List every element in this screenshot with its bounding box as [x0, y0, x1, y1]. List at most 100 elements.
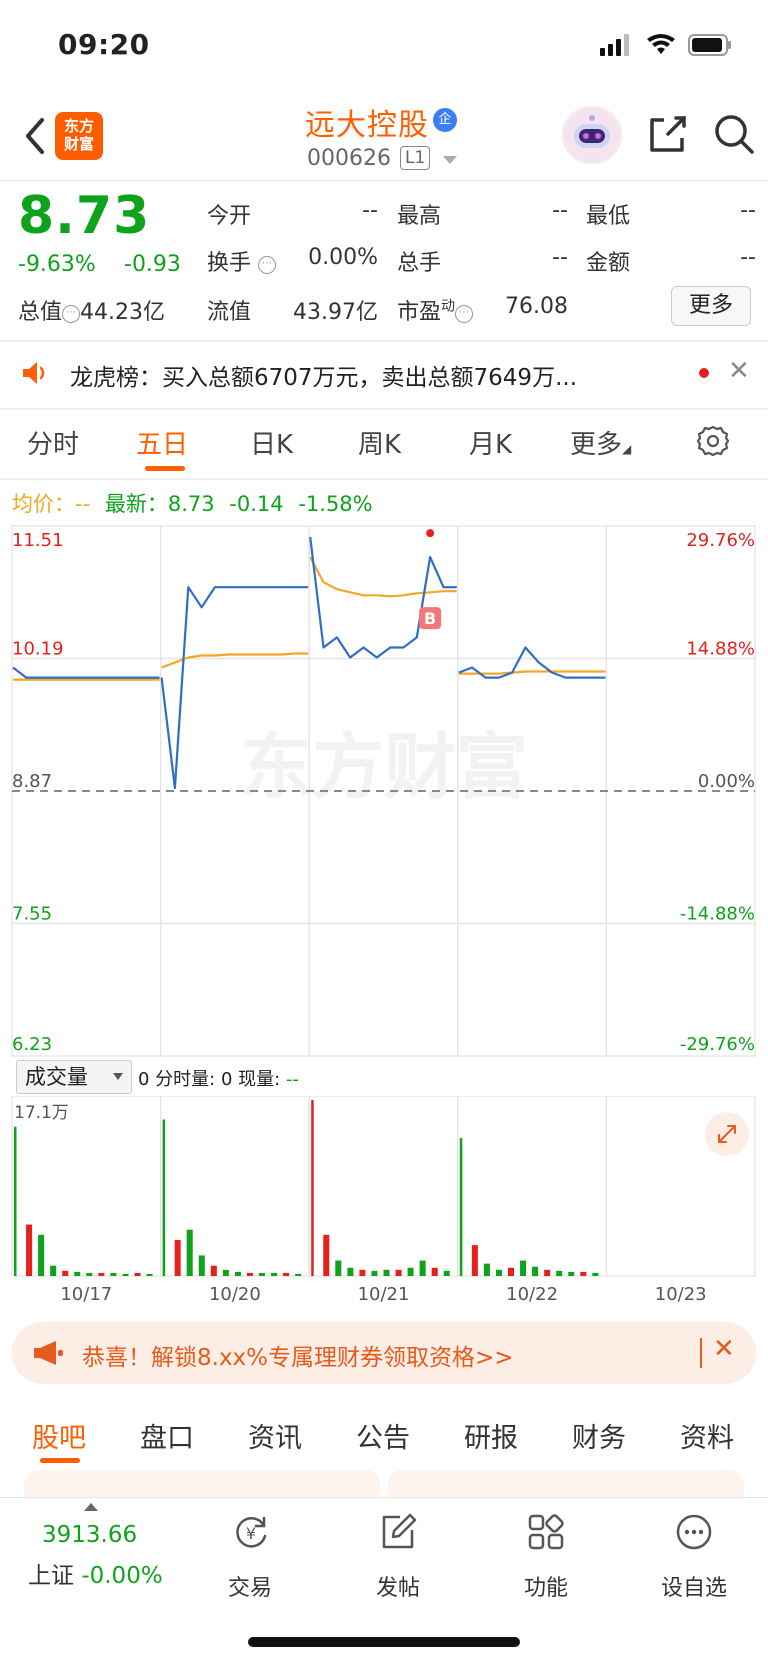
- info-icon[interactable]: ⋯: [455, 305, 474, 323]
- avg-value: --: [75, 492, 91, 516]
- tab-more-label: 更多: [570, 430, 623, 460]
- tab-announcements[interactable]: 公告: [356, 1416, 410, 1455]
- gear-icon[interactable]: [696, 424, 730, 458]
- index-label: 上证: [28, 1563, 74, 1589]
- volume-bar: [14, 1126, 17, 1276]
- unread-dot: [699, 368, 709, 378]
- tab-more[interactable]: 更多◢: [570, 424, 631, 461]
- volume-bar: [419, 1260, 426, 1276]
- turnover-value: 0.00%: [308, 245, 378, 270]
- volume-chart[interactable]: 17.1万 10/17 10/20 10/21 10/22 10/23: [0, 1096, 768, 1306]
- volume-bar: [483, 1263, 490, 1276]
- more-quote-button[interactable]: 更多: [671, 286, 751, 326]
- assistant-robot-icon[interactable]: [562, 106, 622, 164]
- search-icon[interactable]: [712, 112, 756, 156]
- speaker-icon: [23, 362, 45, 384]
- float-value: 43.97亿: [293, 300, 378, 325]
- open-label: 今开: [207, 204, 252, 229]
- chart-watermark: 东方财富: [240, 725, 528, 809]
- close-icon[interactable]: ✕: [713, 1334, 735, 1364]
- current-volume: --: [285, 1069, 299, 1090]
- nav-trade[interactable]: 交易: [200, 1570, 300, 1602]
- status-icons: [600, 34, 732, 56]
- index-value[interactable]: 3913.66: [42, 1522, 137, 1548]
- tab-financials[interactable]: 财务: [572, 1416, 626, 1455]
- series-line: [309, 536, 457, 659]
- card-peek: [388, 1470, 744, 1500]
- tab-order-book[interactable]: 盘口: [140, 1416, 194, 1455]
- tab-intraday[interactable]: 分时: [27, 424, 79, 461]
- tab-daily-k[interactable]: 日K: [250, 424, 293, 461]
- more-circle-icon[interactable]: [674, 1512, 714, 1552]
- turnover-label-text: 换手: [207, 251, 252, 276]
- volume-bar: [271, 1272, 278, 1276]
- volume-bar: [508, 1267, 515, 1276]
- latest-label: 最新：: [104, 492, 168, 516]
- wifi-icon: [647, 34, 675, 54]
- pe-superscript: 动: [441, 298, 456, 315]
- level-badge[interactable]: L1: [400, 146, 431, 170]
- volume-bar: [568, 1271, 575, 1276]
- y-tick-right: 14.88%: [686, 639, 755, 660]
- nav-add-watchlist[interactable]: 设自选: [644, 1570, 744, 1602]
- index-change: -0.00%: [81, 1563, 163, 1589]
- volume-bar: [162, 1119, 166, 1276]
- promo-text[interactable]: 恭喜！解锁8.xx%专属理财券领取资格>>: [82, 1338, 514, 1372]
- nav-post[interactable]: 发帖: [348, 1570, 448, 1602]
- avg-label: 均价：: [12, 492, 75, 516]
- y-tick-right: -29.76%: [680, 1034, 755, 1055]
- nav-functions[interactable]: 功能: [496, 1570, 596, 1602]
- y-tick-left: 7.55: [12, 904, 52, 925]
- tabs-divider: [0, 478, 768, 480]
- volume-max-label: 17.1万: [14, 1103, 69, 1123]
- logo-line-2: 财富: [63, 135, 94, 153]
- volume-info: 0 分时量: 0 现量: --: [138, 1065, 299, 1091]
- stock-code[interactable]: 000626: [307, 146, 391, 171]
- change-percent: -9.63%: [18, 252, 96, 277]
- tab-news[interactable]: 资讯: [248, 1416, 302, 1455]
- grid-icon[interactable]: [526, 1512, 566, 1552]
- dragon-tiger-text[interactable]: 龙虎榜：买入总额6707万元，卖出总额7649万...: [70, 358, 577, 392]
- y-tick-right: 29.76%: [686, 530, 755, 551]
- quote-divider: [0, 340, 768, 342]
- tab-research[interactable]: 研报: [464, 1416, 518, 1455]
- info-icon[interactable]: ⋯: [62, 305, 81, 323]
- volume-bar: [495, 1269, 502, 1276]
- volume-value: --: [552, 245, 568, 270]
- volume-bar: [74, 1271, 81, 1276]
- chevron-down-icon[interactable]: [113, 1073, 123, 1080]
- chevron-up-icon[interactable]: [84, 1503, 98, 1511]
- share-icon[interactable]: [646, 112, 690, 156]
- mktcap-label: 总值: [18, 300, 63, 325]
- trade-icon[interactable]: ¥: [231, 1512, 271, 1552]
- volume-bar: [580, 1271, 587, 1276]
- volume-bar: [544, 1269, 551, 1276]
- promo-separator: [700, 1338, 702, 1368]
- tab-profile[interactable]: 资料: [680, 1416, 734, 1455]
- x-tick-label: 10/17: [60, 1284, 112, 1305]
- tab-monthly-k[interactable]: 月K: [469, 424, 512, 461]
- close-icon[interactable]: ✕: [728, 356, 750, 386]
- index-row[interactable]: 上证 -0.00%: [28, 1556, 163, 1590]
- volume-bar: [295, 1273, 302, 1276]
- expand-icon[interactable]: [705, 1112, 749, 1156]
- price-chart[interactable]: 东方财富 B 11.51 29.76% 10.19 14.88% 8.87 0.00% 7.…: [0, 520, 768, 1060]
- series-line: [12, 666, 160, 679]
- volume-bar: [222, 1269, 229, 1276]
- tab-five-day[interactable]: 五日: [136, 424, 188, 461]
- edit-icon[interactable]: [378, 1512, 418, 1552]
- volume-info-text: 0 分时量: 0 现量:: [138, 1069, 281, 1090]
- volume-bar: [86, 1272, 93, 1276]
- volume-bar: [259, 1272, 266, 1276]
- tab-weekly-k[interactable]: 周K: [358, 424, 401, 461]
- svg-text:¥: ¥: [246, 1524, 256, 1543]
- mktcap-row: 总值 ⋯ 44.23亿: [18, 294, 165, 326]
- chart-legend: 均价：-- 最新：8.73 -0.14 -1.58%: [12, 488, 373, 518]
- y-tick-left: 10.19: [12, 639, 64, 660]
- chevron-down-icon[interactable]: [443, 156, 457, 164]
- back-icon[interactable]: [18, 112, 54, 160]
- card-peek: [24, 1470, 380, 1500]
- info-icon[interactable]: ⋯: [258, 256, 277, 274]
- change-amount: -0.93: [124, 252, 181, 277]
- tab-guba[interactable]: 股吧: [32, 1416, 86, 1455]
